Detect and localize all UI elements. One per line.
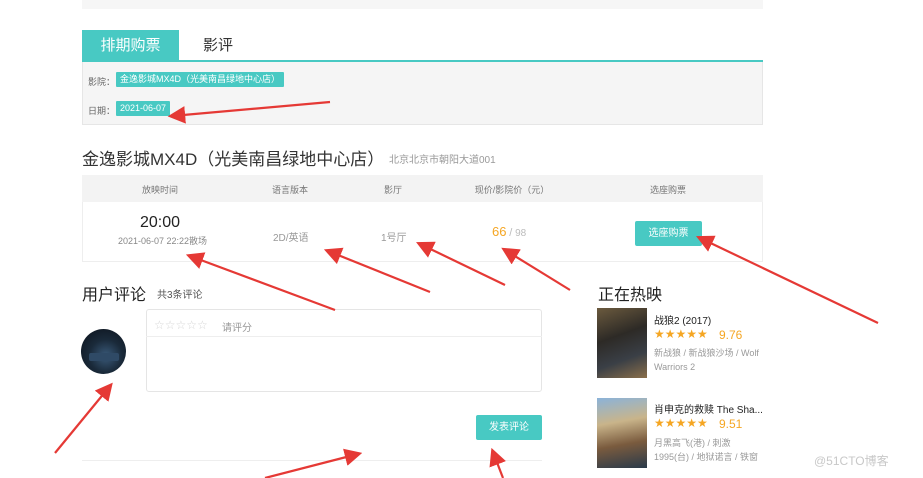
- annotation-arrow: [264, 448, 363, 478]
- annotation-arrow: [489, 447, 506, 478]
- annotation-arrow: [416, 241, 506, 286]
- watermark: @51CTO博客: [814, 454, 889, 468]
- annotation-arrow: [54, 382, 113, 454]
- annotation-arrow: [167, 100, 331, 124]
- annotation-arrow: [323, 247, 431, 294]
- annotation-arrow: [501, 247, 571, 291]
- annotation-arrows: [54, 100, 879, 478]
- annotation-arrow: [696, 235, 879, 324]
- annotation-arrow: [185, 252, 336, 312]
